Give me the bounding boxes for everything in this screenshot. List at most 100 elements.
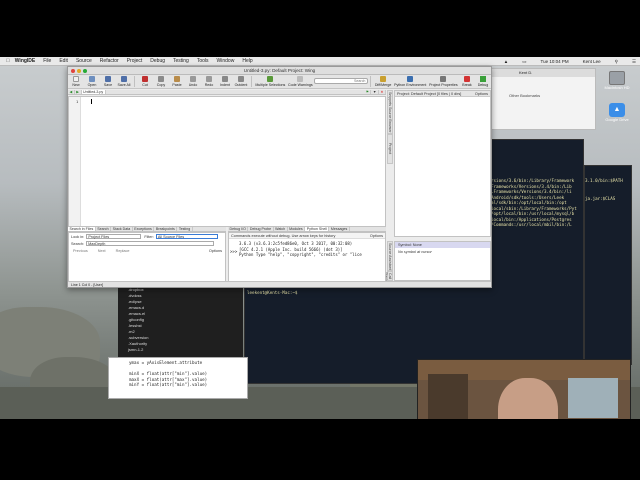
close-editor-icon[interactable]: ✕ <box>379 90 386 94</box>
next-button[interactable]: Next <box>98 249 106 253</box>
toolbar-search-input[interactable]: Search <box>313 78 369 84</box>
finder-item[interactable]: jsmn-1.2 <box>128 347 243 353</box>
new-button[interactable]: New <box>70 76 83 87</box>
python-icon <box>407 76 414 82</box>
tab-debug-probe[interactable]: Debug Probe <box>248 227 274 231</box>
vtab-call-stack[interactable]: Call Stack <box>384 271 393 281</box>
zoom-button[interactable] <box>83 69 87 73</box>
tab-modules[interactable]: Modules <box>288 227 306 231</box>
search-options[interactable]: Options <box>209 249 222 253</box>
chevron-down-icon[interactable]: ▼ <box>371 90 379 94</box>
break-button[interactable]: Break <box>461 76 474 87</box>
menu-help[interactable]: Help <box>242 58 252 64</box>
code-warnings-button[interactable]: Code Warnings <box>288 76 313 87</box>
webcam-person <box>498 378 558 419</box>
vtab-source-assistant[interactable]: Source Assistant <box>387 241 393 271</box>
finder-window[interactable]: .dropbox .dvdcss .eclipse .emacs.d .emac… <box>118 285 243 365</box>
tab-search[interactable]: Search <box>96 227 112 231</box>
code-snippet-window[interactable]: ymax = yAxisElement.attribute minX = flo… <box>108 357 248 399</box>
copy-button[interactable]: Copy <box>154 76 167 87</box>
menu-window[interactable]: Window <box>217 58 235 64</box>
look-dropdown[interactable]: Project Files <box>86 234 142 239</box>
terminal-window-right[interactable]: 3.1.0/bin:$PATH ja.jar:$CLAS <box>584 165 632 365</box>
menu-edit[interactable]: Edit <box>59 58 68 64</box>
undo-button[interactable]: Undo <box>186 76 199 87</box>
tab-python-shell[interactable]: Python Shell <box>305 227 330 231</box>
filter-dropdown[interactable]: All Source Files <box>155 234 218 239</box>
menu-tools[interactable]: Tools <box>197 58 209 64</box>
shell-output[interactable]: 3.6.3 (v3.6.3:2c5fed86e0, Oct 3 2017, 00… <box>229 239 385 258</box>
background-browser-window[interactable]: Kent D. Other Bookmarks <box>488 68 596 130</box>
search-row-buttons: Previous Next Replace Options <box>69 247 225 254</box>
open-button[interactable]: Open <box>86 76 99 87</box>
source-assistant-panel[interactable]: Symbol: None No symbol at cursor <box>394 241 491 281</box>
tab-testing[interactable]: Testing <box>177 227 193 231</box>
toolbar-label: Undo <box>188 83 198 87</box>
project-title: Project: Default Project [0 files | 0 di… <box>397 92 462 96</box>
tab-watch[interactable]: Watch <box>274 227 288 231</box>
vtab-snippets[interactable]: Snippets Source Browser <box>387 90 393 134</box>
wing-ide-window[interactable]: Untitled-3.py: Default Project: Wing New… <box>67 66 492 288</box>
project-options[interactable]: Options <box>475 91 488 96</box>
toolbar-label: Save All <box>117 83 131 87</box>
user-name[interactable]: Kent Lee <box>583 59 601 64</box>
vtab-project[interactable]: Project <box>387 134 393 164</box>
editor-tab[interactable]: Untitled-3.py <box>81 90 106 94</box>
multiple-selections-button[interactable]: Multiple Selections <box>255 76 285 87</box>
outdent-button[interactable]: Outdent <box>234 76 247 87</box>
debug-button[interactable]: Debug <box>477 76 490 87</box>
previous-button[interactable]: Previous <box>73 249 88 253</box>
tab-exceptions[interactable]: Exceptions <box>133 227 155 231</box>
minimize-button[interactable] <box>77 69 81 73</box>
apple-icon[interactable]:  <box>6 58 10 64</box>
battery-icon[interactable]: ▭ <box>522 59 526 65</box>
project-header: Project: Default Project [0 files | 0 di… <box>395 91 490 97</box>
desktop-icon-google-drive[interactable]: ▲ Google Drive <box>598 103 636 122</box>
wifi-icon[interactable]: ▲ <box>504 59 508 64</box>
menu-file[interactable]: File <box>43 58 51 64</box>
redo-button[interactable]: Redo <box>202 76 215 87</box>
paste-button[interactable]: Paste <box>170 76 183 87</box>
cut-button[interactable]: Cut <box>138 76 151 87</box>
menu-refactor[interactable]: Refactor <box>100 58 119 64</box>
search-query-input[interactable]: MaxDepth <box>86 241 215 246</box>
menu-debug[interactable]: Debug <box>150 58 165 64</box>
browser-bookmarks[interactable]: Other Bookmarks <box>489 93 595 99</box>
tab-stack-data[interactable]: Stack Data <box>111 227 133 231</box>
close-button[interactable] <box>71 69 75 73</box>
menu-testing[interactable]: Testing <box>173 58 189 64</box>
tab-debug-io[interactable]: Debug I/O <box>228 227 249 231</box>
nav-forward-icon[interactable]: ▶ <box>75 90 82 94</box>
diff-merge-button[interactable]: Diff/Merge <box>375 76 391 87</box>
python-environment-button[interactable]: Python Environment <box>394 76 426 87</box>
tab-messages[interactable]: Messages <box>329 227 350 231</box>
save-button[interactable]: Save <box>102 76 115 87</box>
assistant-message: No symbol at cursor <box>398 250 432 254</box>
redo-icon <box>205 76 212 82</box>
search-icon[interactable]: ⚲ <box>615 59 618 65</box>
python-shell-panel[interactable]: Commands execute without debug. Use arro… <box>228 232 386 282</box>
window-title: Untitled-3.py: Default Project: Wing <box>243 68 316 73</box>
toolbar-label: New <box>72 83 80 87</box>
editor-area[interactable]: 1 <box>68 96 386 227</box>
project-properties-button[interactable]: Project Properties <box>429 76 458 87</box>
nav-back-icon[interactable]: ◀ <box>68 90 75 94</box>
replace-button[interactable]: Replace <box>116 249 130 253</box>
indent-button[interactable]: Indent <box>218 76 231 87</box>
shell-options[interactable]: Options <box>370 233 383 238</box>
desktop-icon-macintosh-hd[interactable]: Macintosh HD <box>598 71 636 90</box>
window-titlebar[interactable]: Untitled-3.py: Default Project: Wing <box>68 67 491 75</box>
project-panel[interactable]: Project: Default Project [0 files | 0 di… <box>394 90 491 237</box>
menu-source[interactable]: Source <box>76 58 92 64</box>
menu-list-icon[interactable]: ☰ <box>632 59 636 65</box>
browser-tab[interactable]: Kent D. <box>489 69 595 77</box>
tab-breakpoints[interactable]: Breakpoints <box>154 227 178 231</box>
search-panel[interactable]: Look in: Project Files Filter: All Sourc… <box>68 232 226 282</box>
tab-search-in-files[interactable]: Search in Files <box>68 227 96 231</box>
bookmark-icon[interactable]: ⚑ <box>364 90 372 94</box>
save-all-button[interactable]: Save All <box>118 76 131 87</box>
menu-app-name[interactable]: WingIDE <box>15 58 36 64</box>
terminal-prompt[interactable]: leekent@Kents-Mac:~$ <box>247 290 297 295</box>
menu-project[interactable]: Project <box>127 58 143 64</box>
clock[interactable]: Tue 10:04 PM <box>541 59 569 64</box>
